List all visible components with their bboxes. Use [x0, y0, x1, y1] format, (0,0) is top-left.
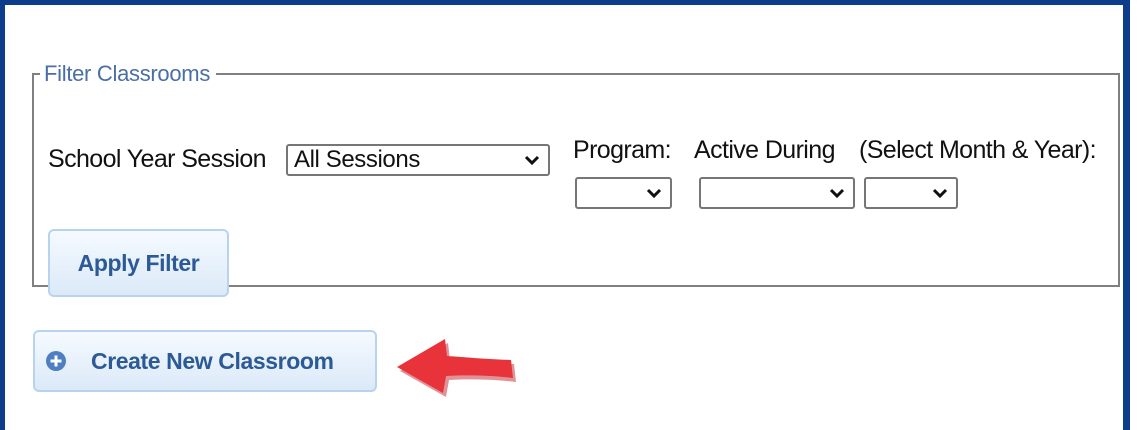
chevron-down-icon: [829, 188, 845, 199]
school-year-select[interactable]: All Sessions: [286, 144, 550, 176]
school-year-label: School Year Session: [48, 145, 267, 173]
page-frame: Filter Classrooms School Year Session Al…: [0, 0, 1130, 430]
chevron-down-icon: [646, 188, 662, 199]
year-select[interactable]: [864, 177, 958, 209]
create-new-classroom-label: Create New Classroom: [91, 347, 334, 374]
plus-circle-icon: [46, 351, 66, 371]
program-select[interactable]: [575, 177, 672, 209]
apply-filter-label: Apply Filter: [77, 249, 200, 276]
program-label: Program:: [573, 136, 672, 164]
school-year-value: All Sessions: [294, 146, 420, 173]
filter-legend: Filter Classrooms: [44, 61, 211, 86]
apply-filter-button[interactable]: Apply Filter: [48, 229, 229, 297]
chevron-down-icon: [932, 188, 948, 199]
select-month-year-label: (Select Month & Year):: [859, 136, 1097, 164]
arrow-left-icon: [397, 339, 516, 397]
chevron-down-icon: [524, 155, 540, 166]
active-during-label: Active During: [694, 136, 835, 164]
create-new-classroom-button[interactable]: Create New Classroom: [33, 330, 377, 392]
filter-classrooms-panel: Filter Classrooms School Year Session Al…: [32, 61, 1120, 297]
month-select[interactable]: [699, 177, 855, 209]
